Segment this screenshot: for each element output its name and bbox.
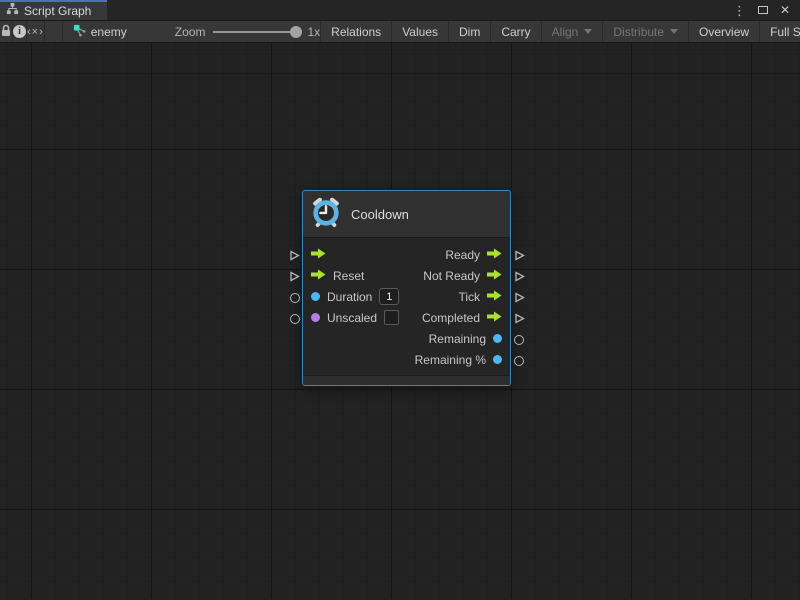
port-label-duration: Duration [327,290,372,304]
port-label-completed: Completed [422,311,480,325]
number-input-port[interactable] [311,292,320,301]
external-flow-connector[interactable] [289,250,300,261]
full-screen-button[interactable]: Full Screen [759,21,800,42]
align-dropdown-button: Align [541,21,603,42]
unscaled-checkbox[interactable] [384,310,399,325]
duration-value-field[interactable]: 1 [379,288,399,305]
external-value-connector[interactable] [290,293,300,303]
zoom-control: Zoom 1x [175,21,320,42]
flow-output-port[interactable] [487,248,502,262]
port-label-remaining-percent: Remaining % [415,353,486,367]
zoom-level: 1x [307,25,320,39]
external-flow-connector[interactable] [289,271,300,282]
titlebar-spacer [107,0,733,20]
info-icon: i [13,25,26,38]
port-row: Ready [303,244,510,265]
distribute-dropdown-button: Distribute [602,21,688,42]
graph-context-label: enemy [91,25,127,39]
node-footer [303,375,510,385]
values-button[interactable]: Values [391,21,448,42]
port-row: Duration 1 Tick [303,286,510,307]
external-flow-connector[interactable] [514,271,525,282]
external-value-connector[interactable] [514,356,524,366]
chevron-down-icon [670,29,678,34]
number-output-port[interactable] [493,355,502,364]
carry-button[interactable]: Carry [490,21,540,42]
port-row: Unscaled Completed [303,307,510,328]
port-label-reset: Reset [333,269,364,283]
maximize-icon[interactable] [758,6,768,14]
graph-toolbar: i ‹×› enemy Zoom 1x Relations Values [0,21,800,43]
tab-label: Script Graph [24,4,91,18]
node-ports: Ready Reset Not Ready [303,238,510,370]
port-label-ready: Ready [445,248,480,262]
code-preview-button[interactable]: ‹×› [27,21,45,42]
external-value-connector[interactable] [514,335,524,345]
hierarchy-graph-icon [6,2,19,20]
flow-output-port[interactable] [487,290,502,304]
cooldown-node-header[interactable]: Cooldown [303,191,510,238]
lock-icon [0,24,12,40]
alarm-clock-icon [311,197,341,232]
port-label-remaining: Remaining [429,332,486,346]
toolbar-buttons: Relations Values Dim Carry Align Distrib… [320,21,800,42]
node-title: Cooldown [351,207,409,222]
graph-node-icon [73,24,86,40]
chevron-down-icon [584,29,592,34]
window-titlebar: Script Graph ⋮ ✕ [0,0,800,21]
boolean-input-port[interactable] [311,313,320,322]
flow-output-port[interactable] [487,311,502,325]
graph-context-breadcrumb[interactable]: enemy [62,21,127,42]
tab-script-graph[interactable]: Script Graph [0,0,107,20]
lock-button[interactable] [0,21,13,42]
close-icon[interactable]: ✕ [780,4,790,16]
flow-input-port[interactable] [311,248,326,262]
window-menu-icon[interactable]: ⋮ [733,4,746,17]
cooldown-node[interactable]: Cooldown Ready [302,190,511,386]
graph-canvas[interactable]: Cooldown Ready [0,43,800,599]
flow-input-port[interactable] [311,269,326,283]
dim-button[interactable]: Dim [448,21,490,42]
external-flow-connector[interactable] [514,313,525,324]
port-row: Reset Not Ready [303,265,510,286]
overview-button[interactable]: Overview [688,21,759,42]
number-output-port[interactable] [493,334,502,343]
port-label-not-ready: Not Ready [423,269,480,283]
external-flow-connector[interactable] [514,250,525,261]
port-label-tick: Tick [458,290,480,304]
port-row: Remaining [303,328,510,349]
external-value-connector[interactable] [290,314,300,324]
external-flow-connector[interactable] [514,292,525,303]
flow-output-port[interactable] [487,269,502,283]
code-icon: ‹×› [27,26,44,38]
port-label-unscaled: Unscaled [327,311,377,325]
zoom-slider-handle[interactable] [290,26,302,38]
zoom-label: Zoom [175,25,206,39]
zoom-slider[interactable] [213,31,299,33]
port-row: Remaining % [303,349,510,370]
relations-button[interactable]: Relations [320,21,391,42]
info-button[interactable]: i [13,21,27,42]
